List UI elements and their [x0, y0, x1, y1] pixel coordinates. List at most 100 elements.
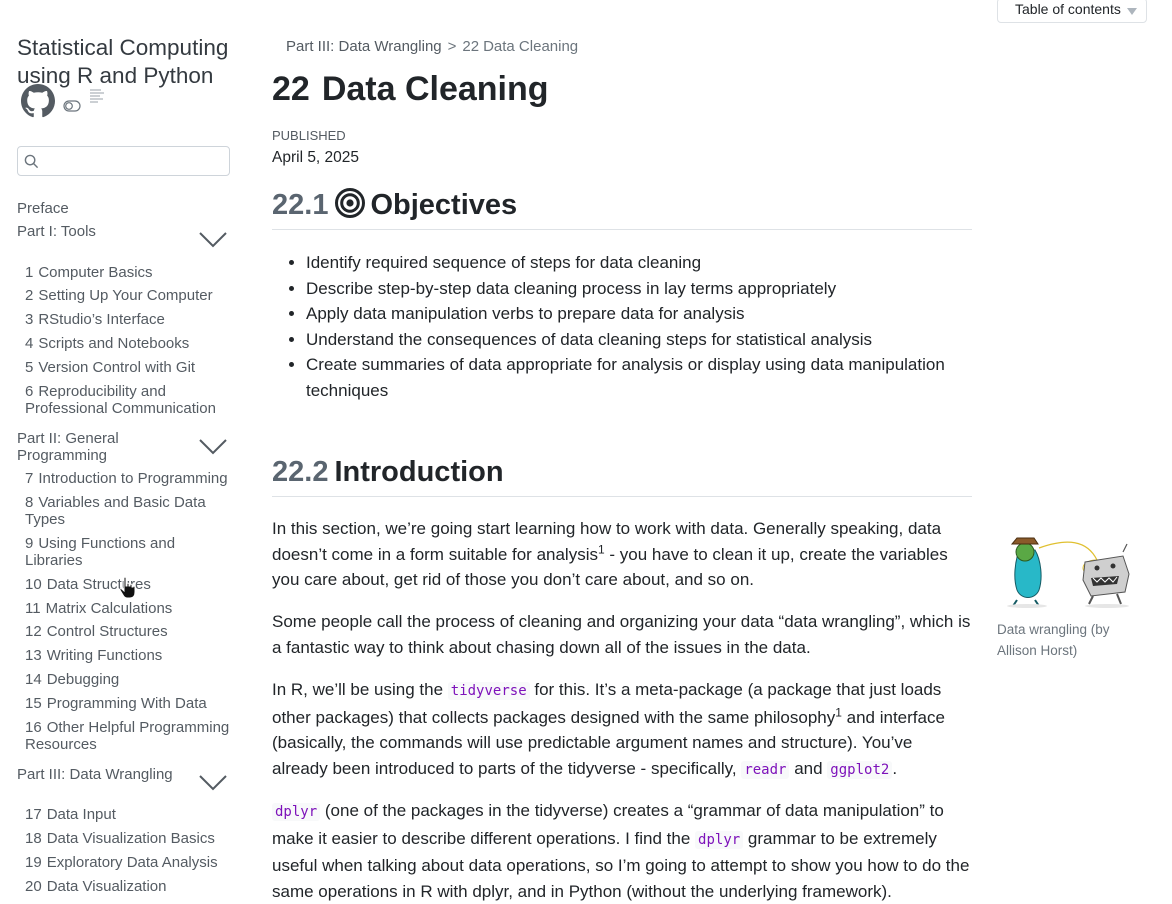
reader-mode-icon[interactable]	[89, 88, 105, 104]
breadcrumb-separator: >	[447, 38, 457, 55]
breadcrumb: Part III: Data Wrangling >22 Data Cleaning	[286, 38, 578, 55]
sidebar-item-label: Variables and Basic Data Types	[25, 494, 206, 528]
list-item: Apply data manipulation verbs to prepare…	[306, 301, 956, 327]
intro-paragraph-3: In R, we’ll be using the tidyverse for t…	[272, 677, 972, 783]
data-wrangling-illustration[interactable]	[997, 530, 1147, 610]
sidebar-item-data-input[interactable]: 17 Data Input	[25, 806, 240, 823]
text-run: .	[892, 758, 898, 778]
toc-label: Table of contents	[1015, 1, 1121, 17]
section-heading-objectives: 22.1 Objectives	[272, 185, 972, 230]
breadcrumb-part-link[interactable]: Part III: Data Wrangling	[286, 38, 442, 55]
sidebar-item-programming-with-data[interactable]: 15 Programming With Data	[25, 695, 240, 712]
sidebar: Statistical Computing using R and Python…	[0, 0, 250, 896]
published-label: Published	[272, 128, 346, 143]
sidebar-item-matrix[interactable]: 11 Matrix Calculations	[25, 600, 240, 617]
intro-paragraph-4: dplyr (one of the packages in the tidyve…	[272, 798, 972, 904]
sidebar-item-label: Introduction to Programming	[38, 470, 228, 487]
code-ggplot2: ggplot2	[827, 760, 893, 779]
sidebar-item-label: Other Helpful Programming Resources	[25, 719, 230, 753]
sidebar-item-variables[interactable]: 8 Variables and Basic Data Types	[25, 494, 210, 528]
sidebar-item-setting-up[interactable]: 2 Setting Up Your Computer	[25, 287, 240, 304]
chapter-number: 13	[25, 647, 42, 664]
section-number: 22.2	[272, 456, 329, 488]
intro-paragraph-1: In this section, we’re going start learn…	[272, 516, 972, 593]
sidebar-item-rstudio[interactable]: 3 RStudio’s Interface	[25, 311, 240, 328]
section-heading-introduction: 22.2 Introduction	[272, 452, 972, 497]
caret-down-icon	[1127, 8, 1137, 15]
list-item: Identify required sequence of steps for …	[306, 250, 956, 276]
sidebar-part-data-wrangling[interactable]: Part III: Data Wrangling	[17, 766, 192, 783]
sidebar-item-preface[interactable]: Preface	[17, 200, 69, 217]
chapter-number: 17	[25, 806, 42, 823]
chevron-down-icon[interactable]	[199, 439, 227, 455]
sidebar-item-eda[interactable]: 19 Exploratory Data Analysis	[25, 854, 240, 871]
list-item: Understand the consequences of data clea…	[306, 327, 956, 353]
sidebar-item-label: Using Functions and Libraries	[25, 535, 176, 569]
code-readr: readr	[741, 760, 790, 779]
footnote-ref[interactable]: 1	[835, 705, 842, 719]
sidebar-item-label: Exploratory Data Analysis	[46, 854, 218, 871]
published-date: April 5, 2025	[272, 149, 360, 166]
sidebar-item-data-visualization[interactable]: 20 Data Visualization	[25, 878, 240, 895]
hand-cursor-icon	[119, 576, 136, 599]
chapter-number: 9	[25, 535, 34, 552]
search-input[interactable]	[44, 149, 224, 173]
sidebar-part-general-programming[interactable]: Part II: General Programming	[17, 430, 157, 464]
footnote-ref[interactable]: 1	[598, 542, 605, 556]
chapter-number: 10	[25, 576, 42, 593]
chapter-number: 12	[25, 623, 42, 640]
chapter-number: 14	[25, 671, 42, 688]
sidebar-item-label: Matrix Calculations	[45, 600, 173, 617]
section-number: 22.1	[272, 189, 329, 221]
chapter-number: 20	[25, 878, 42, 895]
sidebar-item-reproducibility[interactable]: 6 Reproducibility and Professional Commun…	[25, 383, 225, 417]
github-icon[interactable]	[21, 84, 55, 118]
sidebar-item-debugging[interactable]: 14 Debugging	[25, 671, 240, 688]
text-run: In R, we’ll be using the	[272, 680, 448, 699]
sidebar-item-label: Setting Up Your Computer	[38, 287, 213, 304]
sidebar-item-writing-functions[interactable]: 13 Writing Functions	[25, 647, 240, 664]
section-title: Objectives	[370, 189, 518, 221]
code-dplyr: dplyr	[272, 803, 321, 821]
sidebar-item-label: Version Control with Git	[38, 359, 196, 376]
sidebar-item-data-viz-basics[interactable]: 18 Data Visualization Basics	[25, 830, 240, 847]
chapter-number: 19	[25, 854, 42, 871]
breadcrumb-current[interactable]: 22 Data Cleaning	[462, 38, 578, 55]
sidebar-item-git[interactable]: 5 Version Control with Git	[25, 359, 240, 376]
search-icon	[24, 154, 39, 169]
sidebar-item-other-resources[interactable]: 16 Other Helpful Programming Resources	[25, 719, 240, 753]
sidebar-item-control-structures[interactable]: 12 Control Structures	[25, 623, 240, 640]
sidebar-item-label: Debugging	[46, 671, 120, 688]
chapter-number: 5	[25, 359, 34, 376]
sidebar-item-label: Data Visualization	[46, 878, 167, 895]
sidebar-item-scripts[interactable]: 4 Scripts and Notebooks	[25, 335, 240, 352]
breadcrumb-current-number: 22	[462, 38, 480, 55]
objectives-list: Identify required sequence of steps for …	[286, 250, 956, 403]
chevron-down-icon[interactable]	[199, 232, 227, 248]
sidebar-item-label: Control Structures	[46, 623, 168, 640]
table-of-contents-toggle[interactable]: Table of contents	[997, 0, 1147, 23]
chapter-number: 1	[25, 264, 34, 281]
sidebar-item-computer-basics[interactable]: 1 Computer Basics	[25, 264, 240, 281]
intro-paragraph-2: Some people call the process of cleaning…	[272, 612, 971, 657]
target-icon	[335, 188, 366, 218]
sidebar-item-functions-libraries[interactable]: 9 Using Functions and Libraries	[25, 535, 185, 569]
sidebar-item-label: Scripts and Notebooks	[38, 335, 190, 352]
list-item: Create summaries of data appropriate for…	[306, 352, 956, 403]
search-box	[17, 146, 230, 176]
chapter-number: 11	[25, 600, 41, 617]
sidebar-item-intro-programming[interactable]: 7 Introduction to Programming	[25, 470, 240, 487]
chapter-number: 15	[25, 695, 42, 712]
text-run: and	[789, 758, 828, 778]
code-tidyverse: tidyverse	[447, 682, 530, 700]
main-content: Part III: Data Wrangling >22 Data Cleaning…	[272, 0, 972, 901]
section-title: Introduction	[334, 456, 504, 488]
sidebar-part-tools[interactable]: Part I: Tools	[17, 223, 192, 240]
chapter-number: 4	[25, 335, 34, 352]
sidebar-item-label: Reproducibility and Professional Communi…	[25, 383, 216, 417]
chapter-number: 3	[25, 311, 34, 328]
chapter-number: 16	[25, 719, 42, 736]
site-title[interactable]: Statistical Computing using R and Python	[17, 34, 242, 90]
chevron-down-icon[interactable]	[199, 775, 227, 791]
dark-mode-toggle-icon[interactable]	[63, 100, 81, 112]
